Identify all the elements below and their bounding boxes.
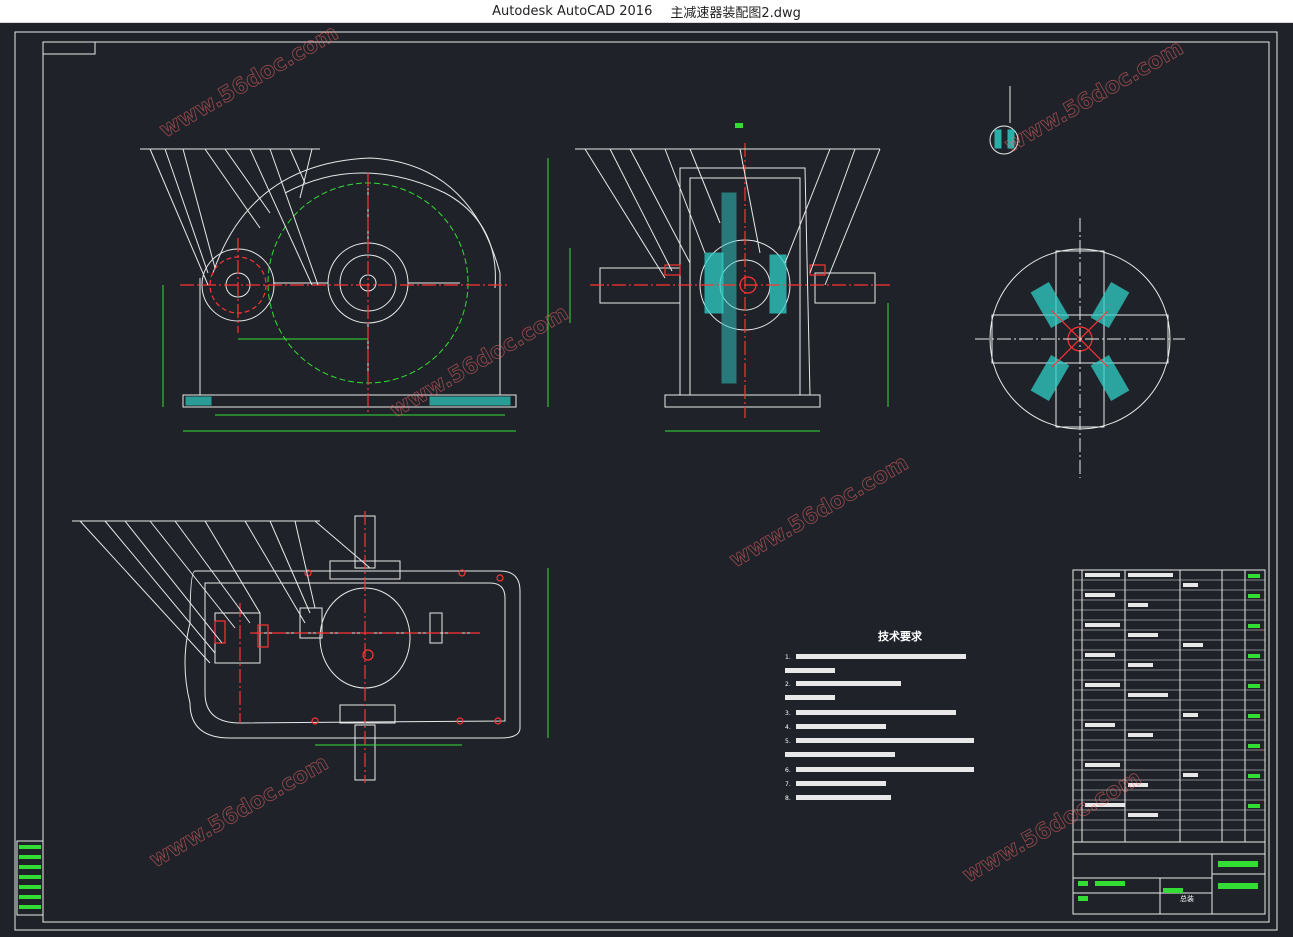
drawing-canvas[interactable]: 技术要求 1. 2. 3. 4. 5. 6. 7. 8. 总装 www.56do… [0,23,1293,937]
tech-item-7: 7. [785,781,791,788]
tech-item-8: 8. [785,795,791,802]
watermark: www.56doc.com [146,751,333,874]
front-view [140,148,549,432]
tech-item-2: 2. [785,681,791,688]
watermark: www.56doc.com [156,23,343,143]
tech-item-5: 5. [785,738,791,745]
tech-item-1: 1. [785,654,791,661]
top-view [72,511,549,783]
tech-item-4: 4. [785,724,791,731]
tech-requirements-title: 技术要求 [878,629,923,643]
tech-requirements: 技术要求 1. 2. 3. 4. 5. 6. 7. 8. [785,629,974,802]
tech-item-6: 6. [785,767,791,774]
window-title-bar: Autodesk AutoCAD 2016 主减速器装配图2.dwg [0,0,1293,23]
cad-drawing[interactable]: 技术要求 1. 2. 3. 4. 5. 6. 7. 8. 总装 www.56do… [0,23,1293,937]
watermark: www.56doc.com [726,451,913,574]
tech-item-3: 3. [785,710,791,717]
parts-list: 总装 [1072,569,1266,915]
app-title: Autodesk AutoCAD 2016 [492,3,653,19]
watermark: www.56doc.com [959,766,1146,889]
title-block-label: 总装 [1180,894,1194,903]
watermark: www.56doc.com [1001,36,1188,159]
revision-block [16,840,44,916]
file-name: 主减速器装配图2.dwg [670,5,801,21]
side-view [569,123,890,432]
tech-item-lines: 1. 2. 3. 4. 5. 6. 7. 8. [785,654,974,802]
